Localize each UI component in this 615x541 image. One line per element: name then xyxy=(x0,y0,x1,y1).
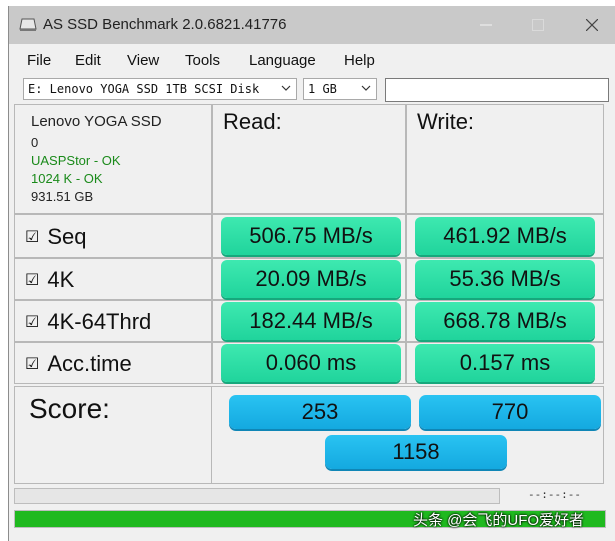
maximize-icon xyxy=(532,19,544,31)
checkbox-icon[interactable]: ☑ xyxy=(25,229,39,246)
drive-info-line2: 0 xyxy=(31,135,39,150)
acctime-read-cell: 0.060 ms xyxy=(212,342,406,384)
chevron-down-icon xyxy=(361,85,371,91)
menu-edit[interactable]: Edit xyxy=(75,52,101,69)
test-row-4k64: ☑ 4K-64Thrd xyxy=(14,300,212,342)
results-grid: Lenovo YOGA SSD 0 UASPStor - OK 1024 K -… xyxy=(14,104,604,384)
drive-select[interactable]: E: Lenovo YOGA SSD 1TB SCSI Disk xyxy=(23,78,297,100)
acctime-write-cell: 0.157 ms xyxy=(406,342,604,384)
checkbox-icon[interactable]: ☑ xyxy=(25,356,39,373)
size-select-value: 1 GB xyxy=(308,82,337,96)
4k64-read-value: 182.44 MB/s xyxy=(221,302,401,340)
read-header-cell: Read: xyxy=(212,104,406,214)
acctime-write-value: 0.157 ms xyxy=(415,344,595,382)
close-button[interactable] xyxy=(569,6,615,44)
seq-read-cell: 506.75 MB/s xyxy=(212,214,406,258)
chevron-down-icon xyxy=(281,85,291,91)
minimize-button[interactable] xyxy=(463,6,509,44)
score-read: 253 xyxy=(229,395,411,429)
title-bar[interactable]: AS SSD Benchmark 2.0.6821.41776 xyxy=(9,6,615,44)
menu-language[interactable]: Language xyxy=(249,52,316,69)
test-label: 4K xyxy=(47,267,75,292)
seq-write-value: 461.92 MB/s xyxy=(415,217,595,255)
test-row-4k: ☑ 4K xyxy=(14,258,212,300)
seq-read-value: 506.75 MB/s xyxy=(221,217,401,255)
4k64-read-cell: 182.44 MB/s xyxy=(212,300,406,342)
drive-select-value: E: Lenovo YOGA SSD 1TB SCSI Disk xyxy=(28,82,260,96)
maximize-button[interactable] xyxy=(515,6,561,44)
seq-write-cell: 461.92 MB/s xyxy=(406,214,604,258)
menu-bar: File Edit View Tools Language Help xyxy=(9,50,615,74)
menu-help[interactable]: Help xyxy=(344,52,375,69)
test-label: Acc.time xyxy=(47,351,132,376)
menu-file[interactable]: File xyxy=(27,52,51,69)
write-header: Write: xyxy=(417,109,475,134)
4k-read-value: 20.09 MB/s xyxy=(221,260,401,298)
menu-view[interactable]: View xyxy=(127,52,159,69)
acctime-label[interactable]: ☑ Acc.time xyxy=(25,351,132,377)
4k64-label[interactable]: ☑ 4K-64Thrd xyxy=(25,309,151,335)
drive-capacity: 931.51 GB xyxy=(31,189,94,204)
test-row-acctime: ☑ Acc.time xyxy=(14,342,212,384)
drive-name: Lenovo YOGA SSD xyxy=(31,113,162,130)
drive-info-panel: Lenovo YOGA SSD 0 UASPStor - OK 1024 K -… xyxy=(14,104,212,214)
score-panel: Score: 253 770 1158 xyxy=(14,386,604,484)
score-write: 770 xyxy=(419,395,601,429)
checkbox-icon[interactable]: ☑ xyxy=(25,272,39,289)
test-label: 4K-64Thrd xyxy=(47,309,152,334)
4k-label[interactable]: ☑ 4K xyxy=(25,267,74,293)
score-divider xyxy=(211,387,212,483)
score-total: 1158 xyxy=(325,435,507,469)
test-label: Seq xyxy=(47,224,87,249)
acctime-read-value: 0.060 ms xyxy=(221,344,401,382)
drive-app-icon xyxy=(19,18,37,31)
toolbar: E: Lenovo YOGA SSD 1TB SCSI Disk 1 GB xyxy=(9,76,615,106)
menu-tools[interactable]: Tools xyxy=(185,52,220,69)
4k-write-cell: 55.36 MB/s xyxy=(406,258,604,300)
test-row-seq: ☑ Seq xyxy=(14,214,212,258)
alignment-status: 1024 K - OK xyxy=(31,171,103,186)
driver-status: UASPStor - OK xyxy=(31,153,121,168)
minimize-icon xyxy=(480,24,492,26)
checkbox-icon[interactable]: ☑ xyxy=(25,314,39,331)
watermark: 头条 @会飞的UFO爱好者 xyxy=(413,512,585,529)
elapsed-time: --:--:-- xyxy=(528,488,581,501)
write-header-cell: Write: xyxy=(406,104,604,214)
4k-write-value: 55.36 MB/s xyxy=(415,260,595,298)
4k-read-cell: 20.09 MB/s xyxy=(212,258,406,300)
size-select[interactable]: 1 GB xyxy=(303,78,377,100)
4k64-write-cell: 668.78 MB/s xyxy=(406,300,604,342)
seq-label[interactable]: ☑ Seq xyxy=(25,224,87,250)
close-icon xyxy=(586,19,598,31)
score-label: Score: xyxy=(29,393,110,424)
4k64-write-value: 668.78 MB/s xyxy=(415,302,595,340)
text-input[interactable] xyxy=(385,78,609,102)
status-bar xyxy=(14,488,500,504)
window-title: AS SSD Benchmark 2.0.6821.41776 xyxy=(43,16,287,33)
read-header: Read: xyxy=(223,109,282,134)
